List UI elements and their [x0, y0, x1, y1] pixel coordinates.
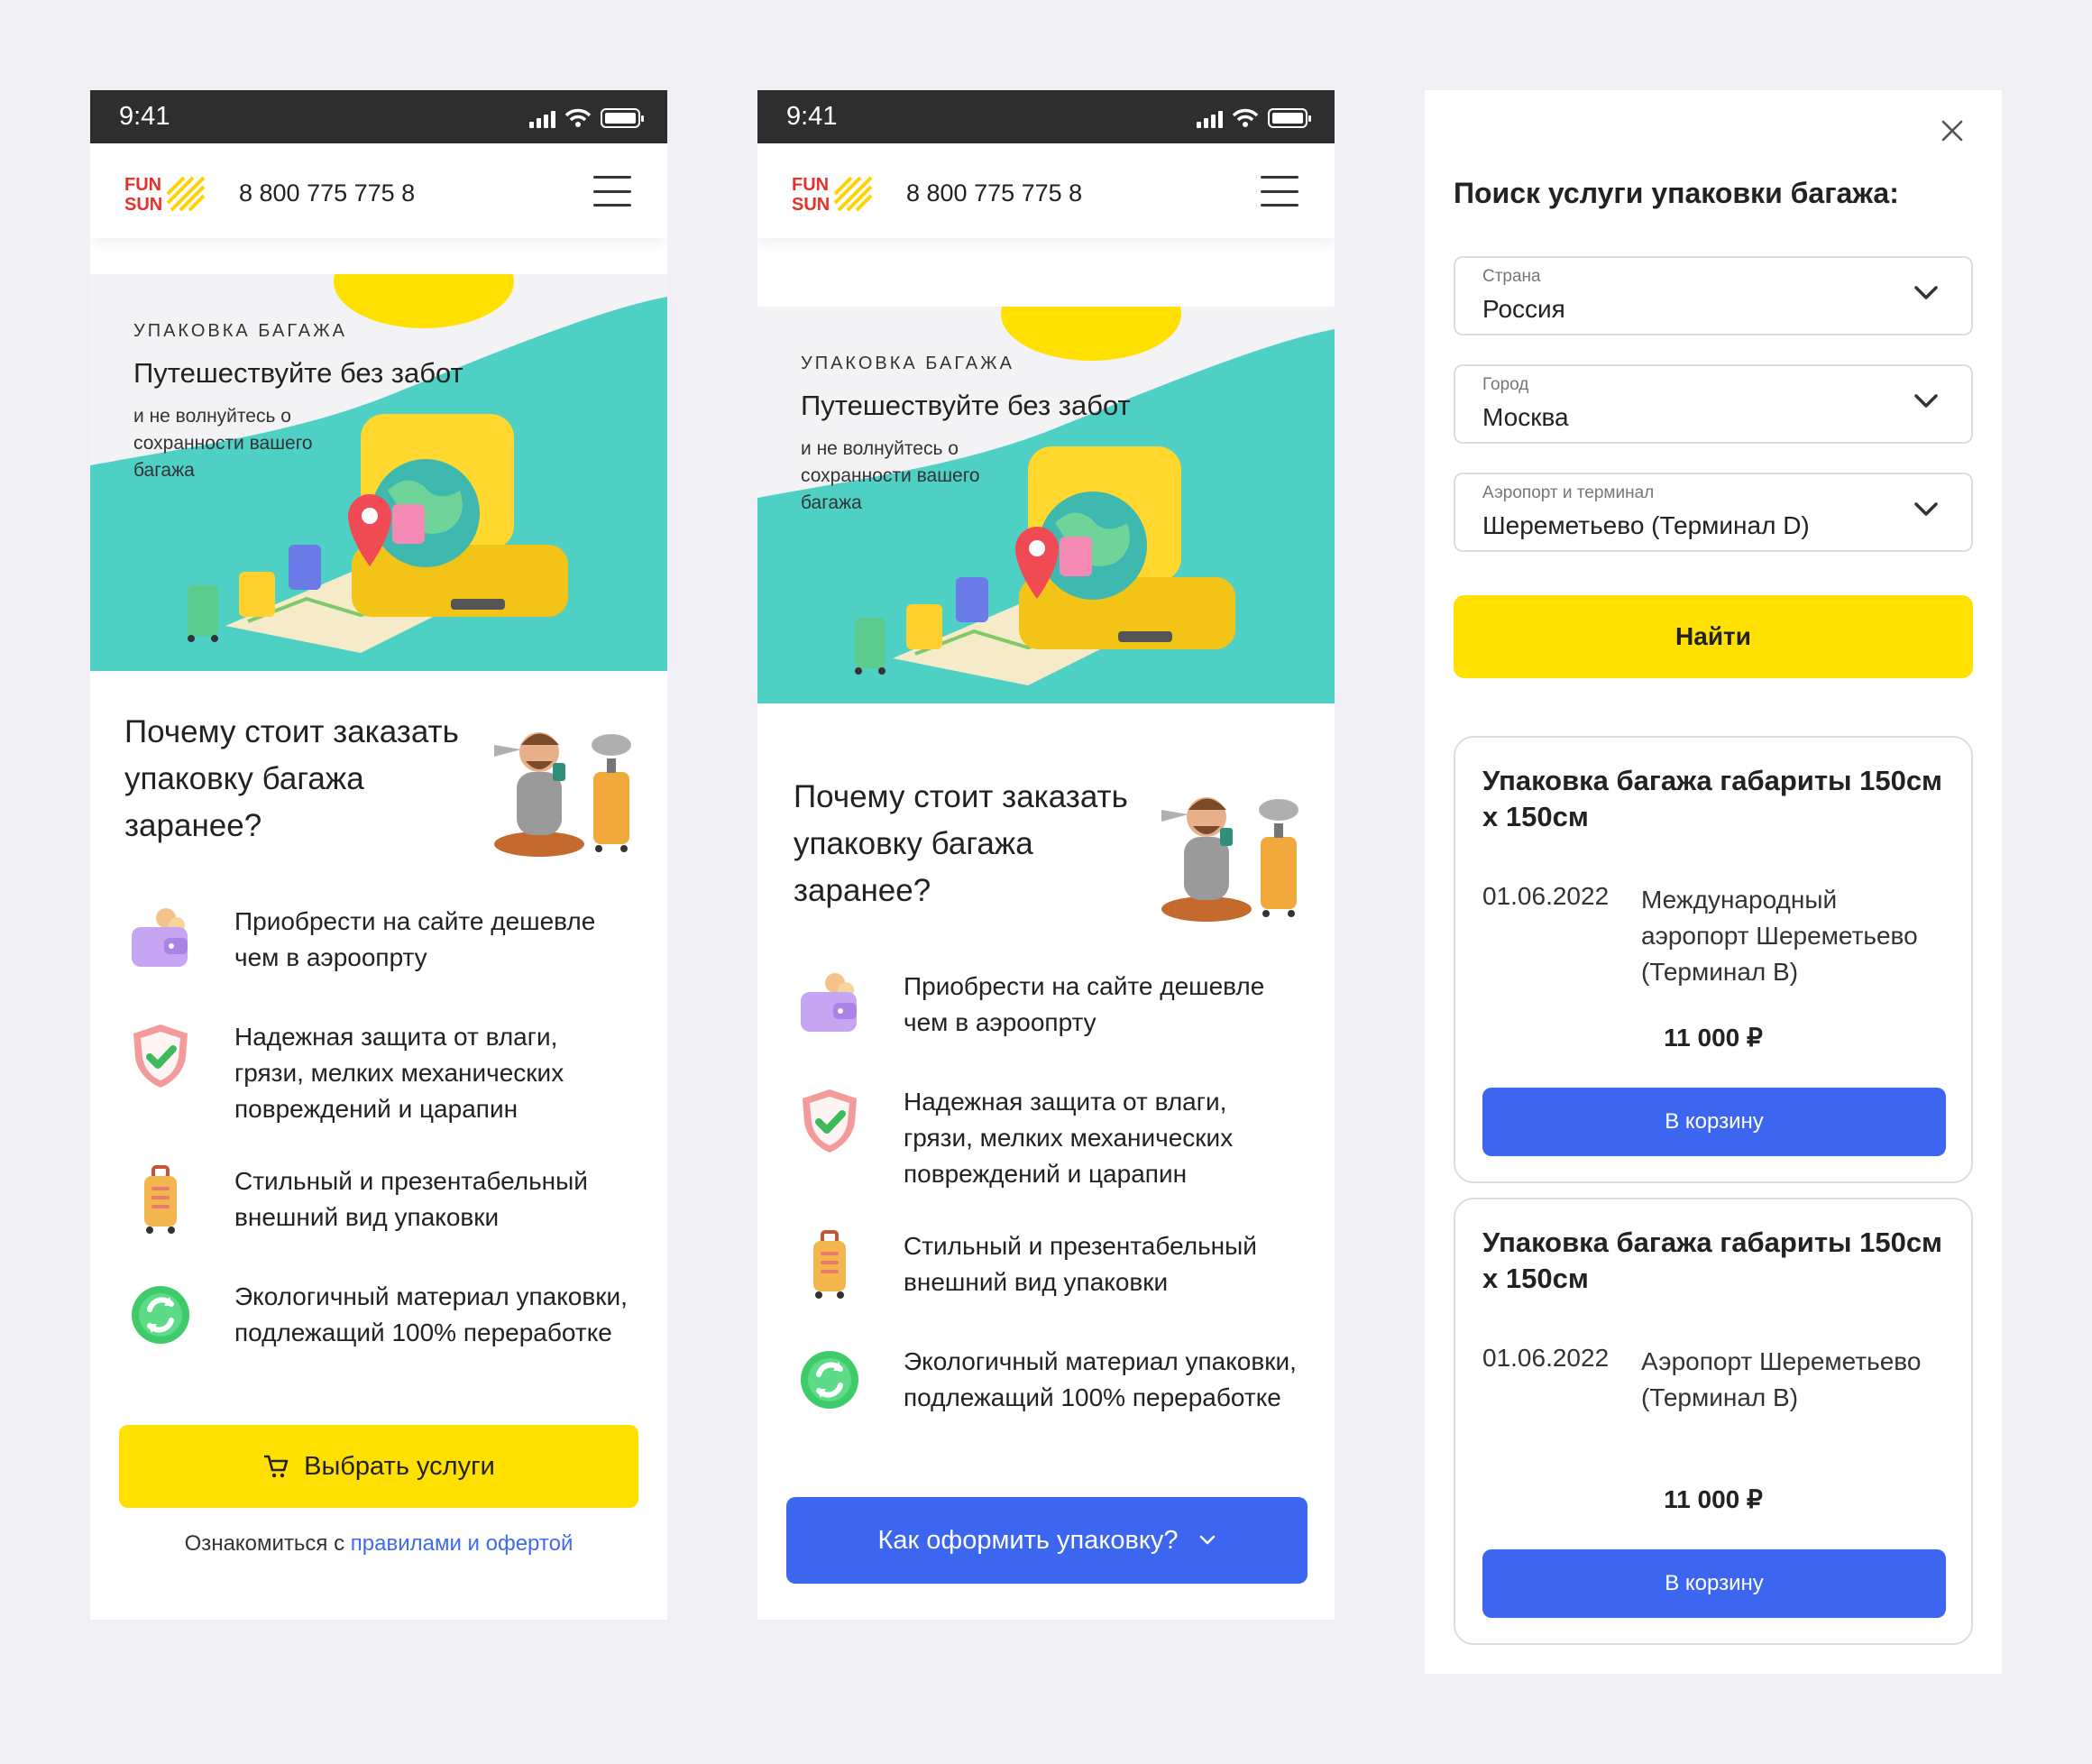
benefit-item: Приобрести на сайте дешевле чем в аэрооп… — [794, 969, 1317, 1050]
why-title: Почему стоит заказать упаковку багажа за… — [794, 779, 1128, 908]
header-phone[interactable]: 8 800 775 775 8 — [239, 179, 415, 207]
recycle-icon — [124, 1279, 197, 1351]
benefit-item: Надежная защита от влаги, грязи, мелких … — [794, 1084, 1317, 1201]
how-to-order-button[interactable]: Как оформить упаковку? — [786, 1497, 1308, 1584]
wifi-icon — [1232, 108, 1259, 127]
rules-text: Ознакомиться с правилами и офертой — [90, 1531, 667, 1557]
shield-check-icon — [124, 1019, 197, 1091]
status-bar: 9:41 — [757, 90, 1335, 143]
rules-prefix: Ознакомиться с — [184, 1531, 351, 1556]
hero-title: Путешествуйте без забот — [133, 357, 463, 389]
airport-value: Шереметьево (Терминал D) — [1482, 511, 1810, 539]
benefit-text: Надежная защита от влаги, грязи, мелких … — [904, 1088, 1234, 1188]
benefit-text: Стильный и презентабельный внешний вид у… — [904, 1232, 1257, 1296]
screen-landing: 9:41 FUN SUN 8 800 775 775 8 УПАКОВКА БА… — [90, 90, 667, 1620]
header-phone[interactable]: 8 800 775 775 8 — [906, 179, 1082, 207]
chevron-down-icon — [1913, 501, 1939, 518]
search-title: Поиск услуги упаковки багажа: — [1454, 177, 1899, 209]
city-label: Город — [1482, 375, 1529, 394]
chevron-down-icon — [1913, 285, 1939, 301]
airport-select[interactable]: Аэропорт и терминал Шереметьево (Термина… — [1454, 473, 1973, 552]
result-price: 11 000 ₽ — [1664, 1024, 1763, 1052]
result-place: Международный аэропорт Шереметьево (Терм… — [1641, 886, 1918, 986]
shield-check-icon — [794, 1084, 866, 1156]
benefit-text: Приобрести на сайте дешевле чем в аэрооп… — [904, 972, 1265, 1036]
mascot-illustration — [476, 709, 638, 862]
hero-banner: УПАКОВКА БАГАЖА Путешествуйте без забот … — [90, 274, 667, 671]
mascot-illustration — [1143, 774, 1306, 927]
hero-subtitle: и не волнуйтесь о сохранности вашего баг… — [801, 438, 980, 513]
result-title: Упаковка багажа габариты 150см х 150см — [1482, 1227, 1942, 1294]
wallet-coins-icon — [124, 904, 197, 976]
city-select[interactable]: Город Москва — [1454, 364, 1973, 444]
benefit-item: Надежная защита от влаги, грязи, мелких … — [124, 1019, 647, 1136]
hero-title: Путешествуйте без забот — [801, 390, 1131, 421]
airport-label: Аэропорт и терминал — [1482, 483, 1655, 502]
benefit-item: Приобрести на сайте дешевле чем в аэрооп… — [124, 904, 647, 985]
funsun-logo[interactable]: FUN SUN — [124, 172, 206, 214]
recycle-icon — [794, 1344, 866, 1416]
country-select[interactable]: Страна Россия — [1454, 256, 1973, 335]
funsun-logo[interactable]: FUN SUN — [792, 172, 873, 214]
screen-search: Поиск услуги упаковки багажа: Страна Рос… — [1425, 90, 2002, 1674]
benefit-text: Экологичный материал упаковки, подлежащи… — [904, 1347, 1297, 1411]
status-bar: 9:41 — [90, 90, 667, 143]
svg-text:FUN: FUN — [124, 175, 161, 195]
hero-subtitle: и не волнуйтесь о сохранности вашего баг… — [133, 406, 313, 481]
rules-link[interactable]: правилами и офертой — [351, 1531, 573, 1556]
result-card: Упаковка багажа габариты 150см х 150см 0… — [1454, 1198, 1973, 1645]
how-to-order-label: Как оформить упаковку? — [877, 1525, 1179, 1555]
site-header: FUN SUN 8 800 775 775 8 — [90, 143, 667, 238]
benefit-item: Стильный и презентабельный внешний вид у… — [794, 1228, 1317, 1309]
add-to-cart-button[interactable]: В корзину — [1482, 1549, 1946, 1618]
why-title: Почему стоит заказать упаковку багажа за… — [124, 714, 459, 843]
chevron-down-icon — [1199, 1535, 1215, 1545]
chevron-down-icon — [1913, 393, 1939, 409]
result-price: 11 000 ₽ — [1664, 1485, 1763, 1513]
suitcase-icon — [124, 1163, 197, 1236]
hero-kicker: УПАКОВКА БАГАЖА — [133, 321, 347, 341]
menu-icon[interactable] — [1261, 176, 1298, 207]
menu-icon[interactable] — [593, 176, 631, 207]
benefit-item: Экологичный материал упаковки, подлежащи… — [794, 1344, 1317, 1461]
wifi-icon — [564, 108, 592, 127]
hero-banner: УПАКОВКА БАГАЖА Путешествуйте без забот … — [757, 307, 1335, 703]
suitcase-icon — [794, 1228, 866, 1300]
wallet-coins-icon — [794, 969, 866, 1041]
status-time: 9:41 — [786, 102, 838, 131]
svg-text:SUN: SUN — [124, 195, 162, 214]
choose-services-label: Выбрать услуги — [304, 1451, 495, 1481]
result-date: 01.06.2022 — [1482, 882, 1610, 910]
cart-icon — [264, 1455, 289, 1478]
city-value: Москва — [1482, 403, 1569, 431]
screen-landing-howto: 9:41 FUN SUN 8 800 775 775 8 УПАКОВКА БА… — [757, 90, 1335, 1620]
result-place: Аэропорт Шереметьево (Терминал В) — [1641, 1347, 1922, 1411]
benefit-text: Приобрести на сайте дешевле чем в аэрооп… — [234, 907, 596, 971]
result-card: Упаковка багажа габариты 150см х 150см 0… — [1454, 736, 1973, 1183]
add-to-cart-button[interactable]: В корзину — [1482, 1088, 1946, 1156]
benefit-item: Экологичный материал упаковки, подлежащи… — [124, 1279, 647, 1396]
country-label: Страна — [1482, 267, 1541, 286]
hero-kicker: УПАКОВКА БАГАЖА — [801, 354, 1014, 373]
battery-icon — [1268, 108, 1311, 128]
battery-icon — [601, 108, 644, 128]
result-date: 01.06.2022 — [1482, 1344, 1610, 1372]
benefit-item: Стильный и презентабельный внешний вид у… — [124, 1163, 647, 1245]
result-title: Упаковка багажа габариты 150см х 150см — [1482, 765, 1942, 832]
benefit-text: Экологичный материал упаковки, подлежащи… — [234, 1282, 628, 1346]
find-button[interactable]: Найти — [1454, 595, 1973, 678]
close-icon[interactable] — [1939, 117, 1966, 144]
benefit-text: Надежная защита от влаги, грязи, мелких … — [234, 1023, 564, 1123]
signal-icon — [1197, 108, 1223, 128]
country-value: Россия — [1482, 295, 1565, 323]
benefit-text: Стильный и презентабельный внешний вид у… — [234, 1167, 588, 1231]
status-time: 9:41 — [119, 102, 170, 131]
svg-text:SUN: SUN — [792, 195, 830, 214]
signal-icon — [529, 108, 555, 128]
site-header: FUN SUN 8 800 775 775 8 — [757, 143, 1335, 238]
svg-text:FUN: FUN — [792, 175, 829, 195]
choose-services-button[interactable]: Выбрать услуги — [119, 1425, 638, 1508]
